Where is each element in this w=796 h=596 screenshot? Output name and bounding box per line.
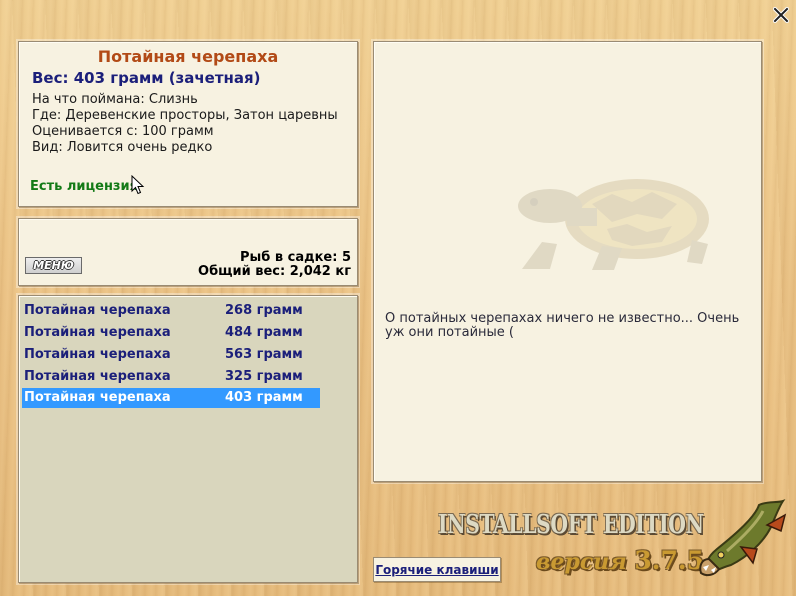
catch-list-item[interactable]: Потайная черепаха 268 грамм: [22, 301, 320, 321]
catch-item-weight: 325 грамм: [225, 369, 303, 384]
total-weight: Общий вес: 2,042 кг: [198, 264, 351, 279]
fish-weight: Вес: 403 грамм (зачетная): [32, 69, 261, 87]
edition-label: INSTALLSOFT EDITION: [438, 510, 704, 540]
fish-description-text: О потайных черепахах ничего не известно.…: [385, 311, 740, 340]
catch-item-name: Потайная черепаха: [24, 390, 171, 405]
fish-name: Потайная черепаха: [97, 47, 279, 66]
catch-item-weight: 484 грамм: [225, 325, 303, 340]
catch-list: Потайная черепаха 268 грамм Потайная чер…: [18, 295, 358, 583]
catch-item-name: Потайная черепаха: [24, 303, 171, 318]
menu-button[interactable]: МЕНЮ: [25, 257, 82, 274]
fish-bait: На что поймана: Слизнь: [32, 92, 198, 107]
catch-item-name: Потайная черепаха: [24, 369, 171, 384]
fish-description-panel: О потайных черепахах ничего не известно.…: [373, 41, 762, 482]
catch-item-name: Потайная черепаха: [24, 347, 171, 362]
catch-list-item[interactable]: Потайная черепаха 563 грамм: [22, 345, 320, 365]
turtle-image: [518, 179, 709, 270]
version-number: 3.7.5: [634, 546, 704, 575]
version-label: версия 3.7.5: [536, 546, 704, 575]
mouse-cursor-icon: [131, 175, 145, 195]
version-prefix: версия: [536, 549, 627, 575]
fish-location: Где: Деревенские просторы, Затон царевны: [32, 108, 338, 123]
close-button[interactable]: [771, 5, 791, 25]
pike-fish-logo: [699, 499, 787, 577]
catch-list-item[interactable]: Потайная черепаха 325 грамм: [22, 367, 320, 387]
fish-count: Рыб в садке: 5: [239, 250, 351, 265]
keepnet-panel: МЕНЮ Рыб в садке: 5 Общий вес: 2,042 кг: [18, 218, 358, 286]
catch-item-weight: 563 грамм: [225, 347, 303, 362]
license-status: Есть лицензия: [30, 179, 138, 194]
catch-list-item[interactable]: Потайная черепаха 484 грамм: [22, 323, 320, 343]
fish-info-panel: Потайная черепаха Вес: 403 грамм (зачетн…: [18, 41, 358, 207]
catch-item-weight: 403 грамм: [225, 390, 303, 405]
hotkeys-button[interactable]: Горячие клавиши: [373, 557, 501, 582]
catch-list-item-selected[interactable]: Потайная черепаха 403 грамм: [22, 388, 320, 408]
catch-item-weight: 268 грамм: [225, 303, 303, 318]
close-x-icon: [773, 7, 789, 23]
fish-rarity: Вид: Ловится очень редко: [32, 140, 213, 155]
catch-item-name: Потайная черепаха: [24, 325, 171, 340]
fish-rated-from: Оценивается с: 100 грамм: [32, 124, 214, 139]
